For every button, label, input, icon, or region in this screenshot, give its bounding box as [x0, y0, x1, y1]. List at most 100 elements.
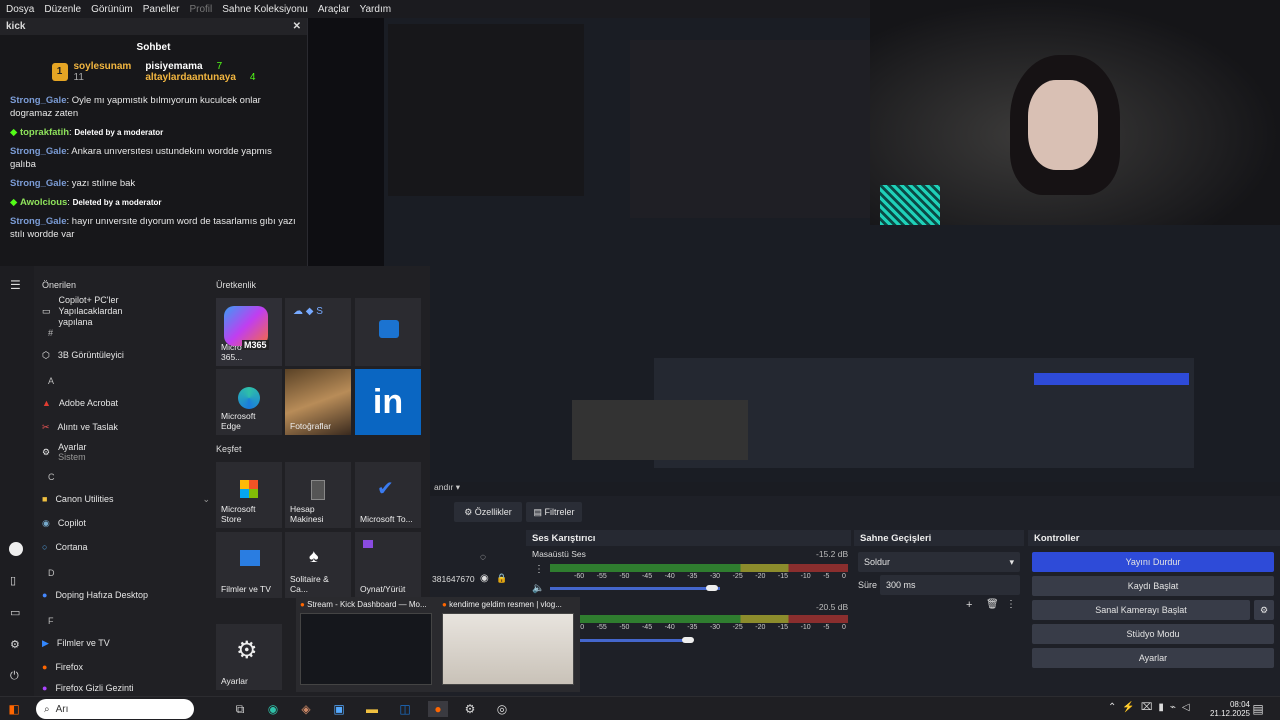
start-rail: ☰ ▯ ▭ ⚙ ⏻ — [0, 266, 34, 696]
letter-header[interactable]: C — [48, 472, 55, 482]
thumbnail-vlog[interactable]: ● kendime geldim resmen | vlog... — [442, 600, 578, 685]
copilot-icon: ◉ — [42, 517, 50, 528]
menu-duzenle[interactable]: Düzenle — [44, 4, 81, 15]
audio-meter — [550, 615, 848, 623]
eye-icon[interactable]: ◉ — [480, 573, 489, 584]
gear-icon: ⚙ — [236, 637, 258, 664]
tile-edge[interactable]: Microsoft Edge — [216, 369, 282, 435]
start-recording-button[interactable]: Kaydı Başlat — [1032, 576, 1274, 596]
tile-play[interactable]: Oynat/Yürüt — [355, 532, 421, 598]
tile-photos[interactable]: Fotoğraflar — [285, 369, 351, 435]
more-icon[interactable]: ⋮ — [1006, 599, 1016, 610]
tile-label: Microsoft Edge — [221, 411, 256, 431]
menu-dosya[interactable]: Dosya — [6, 4, 34, 15]
volume-knob[interactable] — [682, 637, 694, 643]
edge-icon — [238, 387, 260, 409]
filters-button[interactable]: ▤ Filtreler — [526, 502, 582, 522]
firefox-icon[interactable]: ● — [428, 701, 448, 717]
tile-calculator[interactable]: Hesap Makinesi — [285, 462, 351, 528]
outlook-icon[interactable]: ◫ — [397, 701, 413, 717]
meter-tick-label: -25 — [732, 573, 743, 580]
task-view-icon[interactable]: ⧉ — [232, 701, 248, 717]
tile-linkedin[interactable]: in — [355, 369, 421, 435]
nested-chat — [388, 24, 584, 196]
tile-store[interactable]: Microsoft Store — [216, 462, 282, 528]
stop-stream-button[interactable]: Yayını Durdur — [1032, 552, 1274, 572]
volume-slider[interactable] — [550, 587, 720, 590]
trash-icon[interactable]: 🗑 — [986, 599, 999, 610]
controls-header: Kontroller — [1028, 530, 1280, 546]
store-icon[interactable]: ▣ — [331, 701, 347, 717]
meter-tick-label: -35 — [687, 624, 698, 631]
more-icon[interactable]: ⋮ — [534, 564, 544, 575]
tile-outlook[interactable] — [355, 298, 421, 366]
tile-solitaire[interactable]: ♠ Solitaire & Ca... — [285, 532, 351, 598]
plus-icon[interactable]: + — [966, 599, 972, 611]
meter-tick-label: -15 — [777, 624, 789, 631]
gear-icon[interactable]: ⚙ — [462, 701, 478, 717]
letter-header[interactable]: D — [48, 568, 55, 578]
tile-label: Solitaire & Ca... — [290, 574, 329, 594]
copilot-icon[interactable]: ◈ — [298, 701, 314, 717]
obs-icon[interactable]: ◎ — [494, 701, 510, 717]
image-icon[interactable]: ▭ — [10, 606, 20, 619]
menu-araclar[interactable]: Araçlar — [318, 4, 350, 15]
menu-profil[interactable]: Profil — [189, 4, 212, 15]
letter-header[interactable]: A — [48, 376, 54, 386]
speaker-icon[interactable]: 🔈 — [532, 583, 544, 594]
lock-icon[interactable]: 🔒 — [496, 573, 507, 584]
close-icon[interactable]: ✕ — [293, 21, 301, 32]
notification-icon[interactable]: ▤ — [1250, 701, 1266, 717]
tile-label: Hesap Makinesi — [290, 504, 324, 524]
meter-tick-label: -55 — [596, 624, 607, 631]
start-virtual-camera-button[interactable]: Sanal Kamerayı Başlat — [1032, 600, 1250, 620]
letter-header[interactable]: # — [48, 328, 53, 338]
clock: 08:04 21.12.2025 — [1209, 700, 1250, 718]
scene-dropdown[interactable]: andır ▾ — [430, 482, 1280, 496]
transition-select[interactable]: Soldur ▾ — [858, 552, 1020, 572]
menu-icon[interactable]: ☰ — [10, 278, 21, 292]
webcam-cyan-light — [880, 185, 940, 225]
tile-settings[interactable]: ⚙ Ayarlar — [216, 624, 282, 690]
cube-icon: ⬡ — [42, 349, 50, 360]
settings-button[interactable]: Ayarlar — [1032, 648, 1274, 668]
folder-icon[interactable]: ▬ — [364, 701, 380, 717]
menu-gorunum[interactable]: Görünüm — [91, 4, 133, 15]
duration-label: Süre — [858, 580, 878, 590]
tray-icons[interactable]: ⌃⚡⌧▮⌁◁ — [1108, 702, 1196, 713]
document-icon[interactable]: ▯ — [10, 574, 16, 587]
search-input[interactable]: ⌕ Arı — [36, 699, 194, 719]
menu-paneller[interactable]: Paneller — [143, 4, 180, 15]
eye-off-icon[interactable]: ◌ — [480, 552, 486, 563]
explore-label: Keşfet — [216, 444, 242, 454]
avatar[interactable] — [9, 542, 23, 556]
productivity-label: Üretkenlik — [216, 280, 257, 290]
tile-label: Microsoft Store — [221, 504, 256, 524]
duration-input[interactable]: 300 ms — [880, 575, 1020, 595]
audio-meter — [550, 564, 848, 572]
menu-sahne-koleksiyonu[interactable]: Sahne Koleksiyonu — [222, 4, 308, 15]
filter-icon: ▤ — [533, 506, 542, 517]
edge-icon[interactable]: ◉ — [265, 701, 281, 717]
tile-office-group[interactable]: ☁ ◆ S — [285, 298, 351, 366]
film-icon: ▶ — [42, 637, 49, 648]
store-icon — [240, 480, 258, 498]
tile-m365[interactable]: M365 Microsoft 365... — [216, 298, 282, 366]
gear-icon[interactable]: ⚙ — [10, 638, 20, 651]
meter-tick-label: -45 — [641, 624, 653, 631]
tile-films[interactable]: Filmler ve TV — [216, 532, 282, 598]
letter-header[interactable]: F — [48, 616, 54, 626]
volume-knob[interactable] — [706, 585, 718, 591]
gear-icon[interactable]: ⚙ — [1254, 600, 1274, 620]
search-icon: ⌕ — [44, 703, 50, 715]
studio-mode-button[interactable]: Stüdyo Modu — [1032, 624, 1274, 644]
power-icon[interactable]: ⏻ — [10, 670, 19, 683]
properties-button[interactable]: ⚙ Özellikler — [454, 502, 522, 522]
tile-todo[interactable]: ✔ Microsoft To... — [355, 462, 421, 528]
start-icon[interactable]: ◧ — [6, 701, 22, 717]
chevron-down-icon: ▾ — [1009, 556, 1014, 567]
chat-message: Strong_Gale: Oyle mı yapmıstık bılmıyoru… — [10, 95, 261, 119]
menu-yardim[interactable]: Yardım — [360, 4, 392, 15]
thumbnail-stream[interactable]: ● Stream - Kick Dashboard — Mo... — [300, 600, 436, 685]
rank-badge-icon: 1 — [51, 63, 68, 81]
